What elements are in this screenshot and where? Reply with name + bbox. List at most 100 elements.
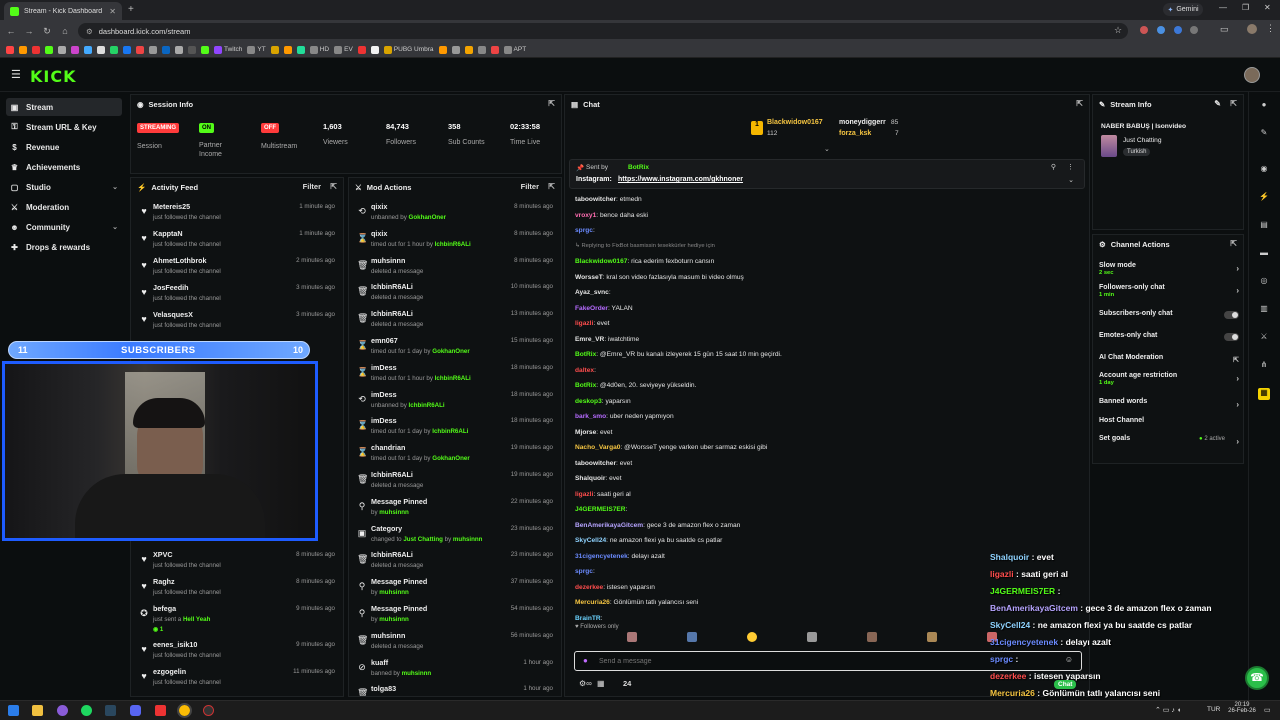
mod-action-row[interactable]: ⌛ imDess timed out for 1 day by IchbinR6AL… (349, 414, 561, 441)
chat-message[interactable]: Mjorse: evet (575, 429, 612, 436)
sword-icon[interactable]: ⚔ (1258, 332, 1270, 344)
sidebar-item-studio[interactable]: ▢ Studio ⌄ (6, 178, 122, 196)
emote-icon[interactable] (867, 632, 877, 642)
bookmark-item[interactable] (283, 45, 292, 54)
chat-username[interactable]: 31cigencyetenek (575, 553, 628, 560)
chat-message[interactable]: Emre_VR: iwatchtime (575, 336, 639, 343)
mod-target-name[interactable]: muhsinnn (371, 256, 405, 265)
mod-target-name[interactable]: imDess (371, 390, 397, 399)
bookmark-folder-hd[interactable]: HD (309, 45, 329, 54)
gemini-button[interactable]: ✦ Gemini (1163, 3, 1203, 16)
top-gifter-name[interactable]: Blackwidow0167 (767, 119, 823, 126)
chat-username[interactable]: BenAmerikayaGitcem (575, 522, 643, 529)
mod-action-row[interactable]: 🗑 IchbinR6ALi deleted a message 19 minutes … (349, 468, 561, 495)
edit-icon[interactable]: ✎ (1214, 99, 1221, 108)
chat-message[interactable]: 31cigencyetenek: delayı azalt (575, 553, 665, 560)
bookmark-folder-twitch[interactable]: Twitch (214, 45, 242, 54)
chat-username[interactable]: sprgc (575, 227, 593, 234)
sidebar-item-community[interactable]: ☻ Community ⌄ (6, 218, 122, 236)
chat-message[interactable]: sprgc: (575, 227, 595, 234)
maximize-icon[interactable]: ❐ (1242, 3, 1249, 12)
mod-action-row[interactable]: 🗑 muhsinnn deleted a message 8 minutes ago (349, 254, 561, 281)
forward-icon[interactable]: → (22, 26, 36, 36)
extension-icon[interactable] (1140, 26, 1148, 34)
chat-username[interactable]: BrainTR (575, 615, 601, 622)
chat-username[interactable]: SkyCell24 (575, 537, 606, 544)
more-options-icon[interactable]: ⋮ (1067, 163, 1074, 171)
chat-message[interactable]: ↳ Replying to FixBot basmissin tesekkürl… (575, 243, 715, 249)
chat-username[interactable]: taboowitcher (575, 196, 616, 203)
chat-message[interactable]: ligazli: evet (575, 320, 609, 327)
chat-username[interactable]: Blackwidow0167 (575, 258, 627, 265)
bookmark-item[interactable] (477, 45, 486, 54)
bookmark-item[interactable] (84, 45, 92, 54)
bookmark-item[interactable] (32, 45, 40, 54)
mod-target-name[interactable]: tolga83 (371, 684, 396, 693)
site-info-icon[interactable]: ⚙ (86, 27, 93, 36)
mod-action-row[interactable]: ⟲ imDess unbanned by IchbinR6ALi 18 minutes… (349, 388, 561, 415)
activity-row[interactable]: ♥ ezgogelin just followed the channel 11 mi… (131, 665, 343, 692)
obs-icon[interactable] (203, 705, 214, 716)
emoji-icon[interactable]: ☺ (1065, 655, 1073, 664)
bookmark-item[interactable] (123, 45, 131, 54)
banned-words-row[interactable]: Banned words › (1099, 398, 1239, 409)
chat-message[interactable]: deskop3: yaparsın (575, 398, 631, 405)
lightning-icon[interactable]: ⚡ (1258, 192, 1270, 204)
bookmark-item[interactable] (270, 45, 279, 54)
activity-row[interactable]: ♥ JosFeedih just followed the channel 3 min… (131, 281, 343, 308)
chat-bubble-icon[interactable]: ▬ (1258, 248, 1270, 260)
bookmark-item[interactable] (490, 45, 499, 54)
back-icon[interactable]: ← (4, 26, 18, 36)
mod-action-row[interactable]: ⌛ imDess timed out for 1 hour by IchbinR6A… (349, 361, 561, 388)
bookmark-item[interactable] (58, 45, 66, 54)
discord-icon[interactable] (130, 705, 141, 716)
chat-message[interactable]: Shalquoir: evet (575, 475, 622, 482)
activity-row[interactable]: ♥ Raghz just followed the channel 8 minutes… (131, 575, 343, 602)
chat-username[interactable]: daltex (575, 367, 594, 374)
popout-icon[interactable]: ⇱ (548, 182, 555, 191)
broadcast-icon[interactable]: ◎ (1258, 276, 1270, 288)
mod-target-name[interactable]: muhsinnn (371, 631, 405, 640)
extension-icon[interactable] (1190, 26, 1198, 34)
activity-username[interactable]: XPVC (153, 550, 173, 559)
bookmark-item[interactable] (296, 45, 305, 54)
chat-username[interactable]: vroxy1 (575, 212, 596, 219)
chat-username[interactable]: sprgc (575, 568, 593, 575)
bookmark-item[interactable] (370, 45, 379, 54)
bookmark-item[interactable] (97, 45, 105, 54)
emote-icon[interactable] (747, 632, 757, 642)
bookmark-folder-apt[interactable]: APT (503, 45, 526, 54)
server-icon[interactable]: ▥ (1258, 304, 1270, 316)
new-tab-icon[interactable]: + (128, 4, 134, 15)
activity-row[interactable]: ♥ VelasquesX just followed the channel 3 mi… (131, 308, 343, 335)
extension-icon[interactable] (1157, 26, 1165, 34)
mod-target-name[interactable]: qixix (371, 229, 387, 238)
chrome-icon[interactable] (177, 703, 192, 718)
bookmark-item[interactable] (45, 45, 53, 54)
chat-message[interactable]: bark_smo: uber neden yapmıyon (575, 413, 674, 420)
chevron-down-icon[interactable]: ⌄ (824, 145, 830, 153)
chat-message[interactable]: BenAmerikayaGitcem: gece 3 de amazon fle… (575, 522, 740, 529)
activity-row[interactable]: ♥ eenes_isik10 just followed the channel 9 … (131, 638, 343, 665)
activity-row[interactable]: ♥ Metereis25 just followed the channel 1 mi… (131, 200, 343, 227)
chat-message[interactable]: BrainTR: (575, 615, 603, 622)
bookmark-item[interactable] (136, 45, 144, 54)
bonus-icon[interactable]: ▦ (1258, 388, 1270, 400)
activity-username[interactable]: eenes_isik10 (153, 640, 197, 649)
extension-icon[interactable] (1174, 26, 1182, 34)
chat-message[interactable]: SkyCell24: ne amazon flexi ya bu saatde … (575, 537, 722, 544)
filter-button[interactable]: Filter (303, 182, 321, 191)
chat-message[interactable]: Nacho_Varga0: @WorsseT yenge varken uber… (575, 444, 767, 451)
hamburger-menu-icon[interactable]: ☰ (11, 68, 21, 81)
host-channel-row[interactable]: Host Channel (1099, 417, 1239, 424)
chat-username[interactable]: ligazli (575, 320, 593, 327)
chat-username[interactable]: deskop3 (575, 398, 602, 405)
activity-username[interactable]: Raghz (153, 577, 175, 586)
mod-action-row[interactable]: 🗑 tolga83 1 hour ago (349, 682, 561, 696)
mod-action-row[interactable]: ▣ Category changed to Just Chatting by muh… (349, 522, 561, 549)
chat-message[interactable]: BotRix: @4d0en, 20. seviyeye yükseldin. (575, 382, 696, 389)
sidebar-item-stream[interactable]: ▣ Stream (6, 98, 122, 116)
chat-username[interactable]: WorsseT (575, 274, 603, 281)
chat-settings-icon[interactable]: ⚙∞ (579, 679, 592, 688)
bookmark-item[interactable] (149, 45, 157, 54)
